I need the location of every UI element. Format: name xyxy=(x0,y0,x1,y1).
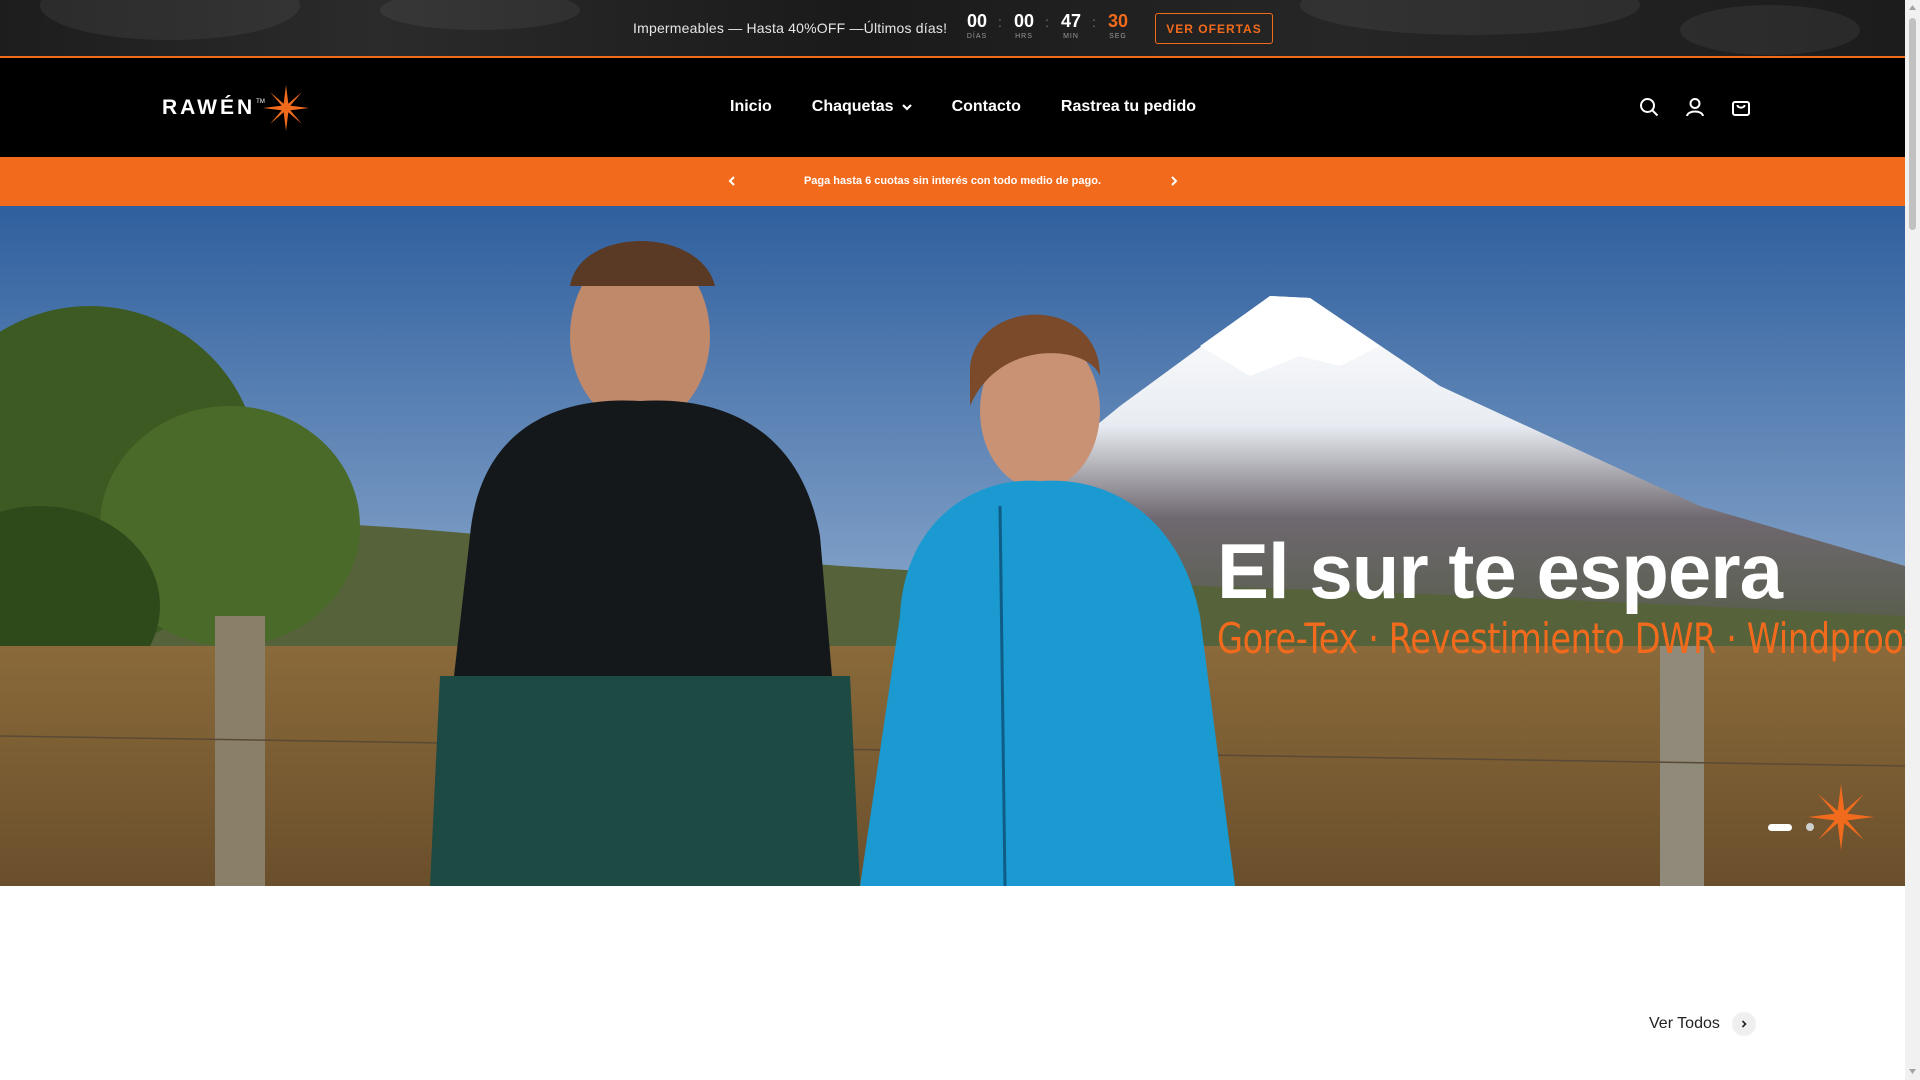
countdown-separator: : xyxy=(998,14,1002,30)
promo-text: Impermeables — Hasta 40%OFF —Últimos día… xyxy=(633,20,948,36)
scroll-down-icon[interactable] xyxy=(1908,1067,1917,1076)
main-nav: Inicio Chaquetas Contacto Rastrea tu ped… xyxy=(730,98,1236,116)
ver-todos-label: Ver Todos xyxy=(1649,1015,1720,1032)
scroll-thumb[interactable] xyxy=(1909,18,1916,230)
ver-ofertas-button[interactable]: VER OFERTAS xyxy=(1155,13,1273,44)
nav-contacto[interactable]: Contacto xyxy=(952,98,1021,116)
compass-star-icon xyxy=(262,85,309,131)
hero-banner[interactable]: El sur te espera Gore-Tex · Revestimient… xyxy=(0,206,1905,886)
nav-rastrea-pedido[interactable]: Rastrea tu pedido xyxy=(1061,98,1196,116)
chevron-right-icon xyxy=(1731,1012,1756,1036)
countdown-days: 00 DÍAS xyxy=(966,11,988,40)
promo-countdown-bar: Impermeables — Hasta 40%OFF —Últimos día… xyxy=(0,0,1905,58)
countdown-minutes: 47 MIN xyxy=(1060,11,1082,40)
slider-dot-active[interactable] xyxy=(1768,823,1792,831)
compass-star-icon xyxy=(1808,784,1874,850)
scroll-up-icon[interactable] xyxy=(1908,3,1917,12)
nav-chaquetas[interactable]: Chaquetas xyxy=(812,98,912,116)
countdown-hours: 00 HRS xyxy=(1013,11,1035,40)
search-icon[interactable] xyxy=(1638,96,1660,118)
header-actions xyxy=(1638,96,1752,118)
account-icon[interactable] xyxy=(1684,96,1706,118)
cart-icon[interactable] xyxy=(1730,96,1752,118)
hero-title: El sur te espera xyxy=(1217,527,1783,615)
announcement-text: Paga hasta 6 cuotas sin interés con todo… xyxy=(803,175,1102,187)
chevron-right-icon[interactable] xyxy=(1164,171,1184,191)
logo[interactable]: RAWÉN TM xyxy=(162,85,309,131)
logo-text: RAWÉN xyxy=(162,96,256,119)
site-header: RAWÉN TM Inicio Chaquetas Contacto Rastr… xyxy=(0,58,1905,157)
nav-inicio[interactable]: Inicio xyxy=(730,98,772,116)
countdown-separator: : xyxy=(1092,14,1096,30)
nav-chaquetas-label: Chaquetas xyxy=(811,98,894,115)
countdown-separator: : xyxy=(1045,14,1049,30)
hero-subtitle: Gore-Tex · Revestimiento DWR · Windproof xyxy=(1217,614,1905,663)
page-scrollbar[interactable] xyxy=(1905,0,1920,1080)
page: Impermeables — Hasta 40%OFF —Últimos día… xyxy=(0,0,1905,1080)
ver-todos-link[interactable]: Ver Todos xyxy=(1649,1012,1756,1036)
countdown-seconds: 30 SEG xyxy=(1107,11,1129,40)
chevron-down-icon xyxy=(901,103,912,111)
announcement-bar: Paga hasta 6 cuotas sin interés con todo… xyxy=(0,157,1905,206)
